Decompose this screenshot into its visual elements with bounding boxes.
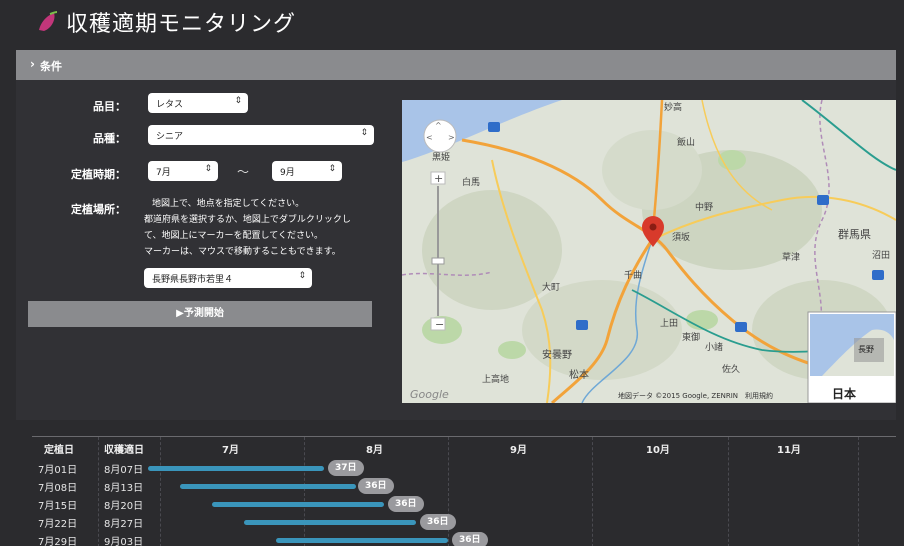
harvest-timeline: 定植日 収穫適日 7月 8月 9月 10月 11月 7月01日 8月07日 37…: [16, 426, 896, 546]
variety-label: 品種：: [93, 132, 126, 145]
help-line: 都道府県を選択するか、地図上でダブルクリックし: [144, 215, 351, 225]
svg-text:^: ^: [435, 121, 442, 130]
planting-date: 7月15日: [38, 501, 78, 512]
svg-text:<: <: [426, 133, 433, 142]
days-badge: 36日: [358, 478, 394, 494]
grid-line: [592, 437, 593, 546]
svg-text:草津: 草津: [782, 251, 800, 263]
days-badge: 36日: [452, 532, 488, 546]
grid-line: [160, 437, 161, 546]
harvest-date: 8月27日: [104, 519, 144, 530]
svg-text:須坂: 須坂: [672, 232, 690, 243]
zoom-slider-handle[interactable]: [431, 257, 445, 265]
planting-date-header: 定植日: [44, 445, 74, 456]
svg-text:+: +: [434, 172, 443, 185]
planting-date: 7月08日: [38, 483, 78, 494]
variety-select[interactable]: シニア ⇕: [148, 125, 374, 145]
help-line: マーカーは、マウスで移動することもできます。: [144, 247, 341, 257]
svg-text:長野: 長野: [858, 345, 874, 354]
harvest-date: 8月13日: [104, 483, 144, 494]
harvest-date: 9月03日: [104, 537, 144, 546]
svg-text:東御: 東御: [682, 331, 700, 343]
item-label: 品目：: [93, 100, 126, 113]
map-canvas[interactable]: 妙高 飯山 中野 須坂 千曲 上田 東御 小諸 佐久 安曇野 松本 大町 白馬 …: [402, 100, 896, 403]
month-header: 7月: [222, 445, 239, 456]
help-line: て、地図上にマーカーを配置してください。: [144, 231, 324, 241]
location-select[interactable]: 長野県長野市若里４ ⇕: [144, 268, 312, 288]
month-header: 11月: [777, 445, 801, 456]
app-header: 収穫適期モニタリング: [0, 0, 904, 44]
svg-text:上田: 上田: [660, 318, 678, 329]
svg-text:佐久: 佐久: [722, 363, 740, 375]
svg-text:沼田: 沼田: [872, 250, 890, 261]
planting-period-label: 定植時期：: [71, 168, 126, 181]
days-badge: 36日: [420, 514, 456, 530]
growth-period-bar[interactable]: [180, 484, 356, 489]
select-arrows-icon: ⇕: [234, 96, 242, 106]
svg-text:小諸: 小諸: [705, 341, 723, 353]
svg-text:安曇野: 安曇野: [542, 348, 572, 361]
grid-line: [304, 437, 305, 546]
grid-line: [98, 437, 99, 546]
svg-text:上高地: 上高地: [482, 373, 509, 385]
timeline-grid: 定植日 収穫適日 7月 8月 9月 10月 11月 7月01日 8月07日 37…: [32, 436, 896, 546]
location-help-text: 地図上で、地点を指定してください。 都道府県を選択するか、地図上でダブルクリック…: [144, 196, 374, 260]
planting-date: 7月01日: [38, 465, 78, 476]
item-select[interactable]: レタス ⇕: [148, 93, 248, 113]
svg-text:中野: 中野: [695, 201, 713, 213]
svg-text:千曲: 千曲: [624, 270, 642, 281]
harvest-date: 8月07日: [104, 465, 144, 476]
days-badge: 36日: [388, 496, 424, 512]
select-arrows-icon: ⇕: [360, 128, 368, 138]
google-logo: Google: [410, 388, 449, 401]
to-month-select[interactable]: 9月 ⇕: [272, 161, 342, 181]
from-month-value: 7月: [156, 168, 171, 178]
select-arrows-icon: ⇕: [204, 164, 212, 174]
planting-date: 7月22日: [38, 519, 78, 530]
svg-text:−: −: [435, 318, 444, 331]
harvest-date: 8月20日: [104, 501, 144, 512]
days-badge: 37日: [328, 460, 364, 476]
location-label: 定植場所：: [71, 203, 126, 216]
map-attribution[interactable]: 地図データ ©2015 Google, ZENRIN 利用規約: [618, 391, 773, 400]
growth-period-bar[interactable]: [244, 520, 416, 525]
location-select-value: 長野県長野市若里４: [152, 275, 234, 285]
vegetable-logo-icon: [39, 11, 58, 31]
to-month-value: 9月: [280, 168, 295, 178]
svg-text:妙高: 妙高: [664, 101, 682, 113]
grid-line: [728, 437, 729, 546]
inset-label: 日本: [832, 386, 856, 401]
page-title: 収穫適期モニタリング: [66, 12, 297, 37]
month-header: 8月: [366, 445, 383, 456]
from-month-select[interactable]: 7月 ⇕: [148, 161, 218, 181]
chevron-right-icon: ›: [30, 57, 35, 71]
svg-text:白馬: 白馬: [462, 176, 480, 188]
svg-text:松本: 松本: [569, 368, 589, 381]
conditions-toggle[interactable]: › 条件: [16, 50, 896, 80]
grid-line: [858, 437, 859, 546]
start-prediction-button[interactable]: ▶予測開始: [28, 301, 372, 327]
help-line: 地図上で、地点を指定してください。: [152, 199, 305, 209]
svg-text:群馬県: 群馬県: [838, 227, 871, 241]
svg-text:飯山: 飯山: [677, 136, 695, 148]
month-header: 9月: [510, 445, 527, 456]
growth-period-bar[interactable]: [212, 502, 384, 507]
select-arrows-icon: ⇕: [328, 164, 336, 174]
svg-text:大町: 大町: [542, 281, 560, 293]
growth-period-bar[interactable]: [276, 538, 448, 543]
harvest-date-header: 収穫適日: [104, 445, 144, 456]
select-arrows-icon: ⇕: [298, 271, 306, 281]
range-tilde: 〜: [237, 165, 250, 179]
svg-text:黒姫: 黒姫: [432, 151, 450, 163]
svg-text:>: >: [448, 133, 455, 142]
item-select-value: レタス: [156, 100, 184, 110]
map-view[interactable]: 妙高 飯山 中野 須坂 千曲 上田 東御 小諸 佐久 安曇野 松本 大町 白馬 …: [402, 100, 896, 403]
conditions-label: 条件: [40, 60, 62, 73]
growth-period-bar[interactable]: [148, 466, 324, 471]
planting-date: 7月29日: [38, 537, 78, 546]
month-header: 10月: [646, 445, 670, 456]
variety-select-value: シニア: [156, 132, 184, 142]
